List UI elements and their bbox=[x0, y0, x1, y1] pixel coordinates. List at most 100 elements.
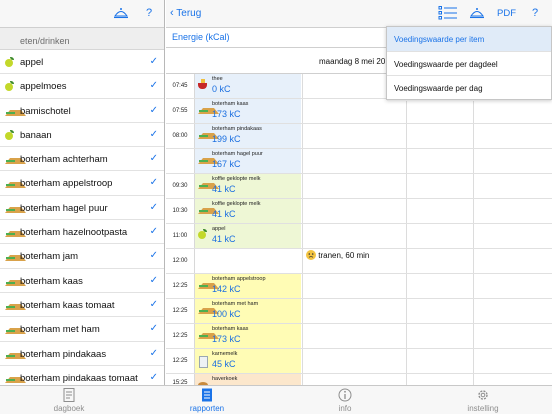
entry-cell[interactable]: haverkoek bbox=[194, 374, 301, 385]
sandwich-icon bbox=[198, 129, 219, 139]
menu-item[interactable]: Voedingswaarde per item bbox=[387, 27, 551, 52]
entry-kcal: 41 kC bbox=[212, 184, 236, 194]
list-item-label: boterham pindakaas bbox=[20, 348, 107, 360]
row-time: 12:25 bbox=[172, 282, 188, 289]
tea-icon bbox=[198, 79, 209, 89]
report-row: boterham hagel puur 167 kC bbox=[166, 149, 552, 174]
checkmark-icon: ✓ bbox=[149, 274, 158, 286]
tab-rapporten[interactable]: rapporten bbox=[138, 386, 276, 415]
apple-icon bbox=[198, 229, 208, 239]
gear-icon bbox=[475, 387, 491, 403]
report-row: 08:00 boterham pindakaas 199 kC bbox=[166, 124, 552, 149]
list-item[interactable]: boterham hazelnootpasta ✓ bbox=[0, 220, 164, 245]
tab-instelling[interactable]: instelling bbox=[414, 386, 552, 415]
entry-cell[interactable]: boterham kaas 173 kC bbox=[194, 324, 301, 348]
list-item[interactable]: boterham pindakaas ✓ bbox=[0, 342, 164, 366]
entry-kcal: 0 kC bbox=[212, 84, 231, 94]
dish-icon[interactable] bbox=[469, 6, 485, 20]
entry-cell[interactable]: boterham kaas 173 kC bbox=[194, 99, 301, 123]
menu-item[interactable]: Voedingswaarde per dag bbox=[387, 76, 551, 101]
list-menu-icon[interactable] bbox=[438, 5, 458, 21]
entry-cell[interactable]: boterham appelstroop 142 kC bbox=[194, 274, 301, 298]
entry-cell[interactable]: appel 41 kC bbox=[194, 224, 301, 248]
list-item[interactable]: boterham appelstroop ✓ bbox=[0, 171, 164, 196]
pdf-button[interactable]: PDF bbox=[497, 8, 516, 19]
entry-cell[interactable]: karnemelk 45 kC bbox=[194, 349, 301, 373]
sandwich-icon bbox=[198, 329, 219, 339]
report-row: 11:00 appel 41 kC bbox=[166, 224, 552, 249]
report-row: 12:25 boterham met ham 100 kC bbox=[166, 299, 552, 324]
list-item[interactable]: appelmoes ✓ bbox=[0, 74, 164, 99]
sandwich-icon bbox=[5, 203, 26, 213]
left-nav-bar: ? bbox=[0, 0, 164, 28]
back-button[interactable]: ‹ Terug bbox=[170, 7, 201, 19]
report-row: 12:25 boterham appelstroop 142 kC bbox=[166, 274, 552, 299]
row-time: 12:25 bbox=[172, 357, 188, 364]
help-button[interactable]: ? bbox=[146, 7, 152, 19]
list-item-label: boterham achterham bbox=[20, 154, 108, 166]
row-time: 10:30 bbox=[172, 207, 188, 214]
report-row: 12:25 karnemelk 45 kC bbox=[166, 349, 552, 374]
entry-cell[interactable]: boterham met ham 100 kC bbox=[194, 299, 301, 323]
sandwich-icon bbox=[5, 106, 26, 116]
sandwich-icon bbox=[5, 227, 26, 238]
entry-kcal: 173 kC bbox=[212, 109, 241, 119]
help-button[interactable]: ? bbox=[532, 7, 538, 19]
date-label: maandag 8 mei 20 bbox=[319, 57, 386, 66]
list-item[interactable]: appel ✓ bbox=[0, 50, 164, 75]
tab-label: rapporten bbox=[189, 404, 225, 413]
sandwich-icon bbox=[5, 300, 26, 310]
list-item[interactable]: boterham met ham ✓ bbox=[0, 317, 164, 342]
list-item[interactable]: boterham kaas ✓ bbox=[0, 269, 164, 293]
entry-kcal: 41 kC bbox=[212, 234, 236, 244]
checkmark-icon: ✓ bbox=[149, 371, 158, 383]
entry-description: boterham pindakaas bbox=[212, 126, 262, 132]
report-type-menu: Voedingswaarde per item Voedingswaarde pe… bbox=[386, 26, 552, 101]
sandwich-icon bbox=[198, 279, 219, 289]
milk-icon bbox=[198, 354, 208, 368]
checkmark-icon: ✓ bbox=[149, 128, 158, 140]
report-row: 15:25 haverkoek bbox=[166, 374, 552, 385]
checkmark-icon: ✓ bbox=[149, 226, 158, 238]
list-item-label: boterham kaas tomaat bbox=[20, 299, 115, 311]
food-list: appel ✓ appelmoes ✓ bamischotel ✓ banaan ✓ boter… bbox=[0, 50, 164, 385]
tab-info[interactable]: info bbox=[276, 386, 414, 415]
entry-description: boterham kaas bbox=[212, 326, 249, 332]
tab-dagboek[interactable]: dagboek bbox=[0, 386, 138, 415]
row-time: 11:00 bbox=[172, 232, 188, 239]
row-time: 12:00 bbox=[172, 257, 188, 264]
sandwich-icon bbox=[198, 179, 219, 189]
list-item[interactable]: boterham hagel puur ✓ bbox=[0, 196, 164, 221]
list-item-label: boterham pindakaas tomaat bbox=[20, 372, 138, 384]
report-icon bbox=[199, 387, 215, 403]
dish-icon[interactable] bbox=[113, 6, 129, 20]
entry-description: boterham hagel puur bbox=[212, 151, 263, 157]
report-row: 10:30 koffie geklopte melk 41 kC bbox=[166, 199, 552, 224]
entry-kcal: 167 kC bbox=[212, 159, 241, 169]
info-icon bbox=[337, 387, 353, 403]
list-item[interactable]: boterham achterham ✓ bbox=[0, 147, 164, 172]
entry-cell[interactable]: koffie geklopte melk 41 kC bbox=[194, 174, 301, 198]
entry-description: karnemelk bbox=[212, 351, 238, 357]
checkmark-icon: ✓ bbox=[149, 80, 158, 92]
list-item[interactable]: bamischotel ✓ bbox=[0, 99, 164, 123]
list-item[interactable]: banaan ✓ bbox=[0, 123, 164, 148]
report-row: 09:30 koffie geklopte melk 41 kC bbox=[166, 174, 552, 199]
list-item[interactable]: boterham jam ✓ bbox=[0, 244, 164, 269]
entry-cell[interactable]: boterham hagel puur 167 kC bbox=[194, 149, 301, 173]
entry-cell[interactable]: boterham pindakaas 199 kC bbox=[194, 124, 301, 148]
list-item[interactable]: boterham kaas tomaat ✓ bbox=[0, 293, 164, 318]
list-item-label: banaan bbox=[20, 129, 52, 141]
checkmark-icon: ✓ bbox=[149, 298, 158, 310]
list-item[interactable]: boterham pindakaas tomaat ✓ bbox=[0, 366, 164, 385]
entry-cell[interactable]: thee 0 kC bbox=[194, 74, 301, 98]
report-subtitle: Energie (kCal) bbox=[172, 32, 230, 42]
entry-description: boterham appelstroop bbox=[212, 276, 266, 282]
apple-icon bbox=[5, 129, 15, 140]
entry-cell[interactable]: koffie geklopte melk 41 kC bbox=[194, 199, 301, 223]
menu-item[interactable]: Voedingswaarde per dagdeel bbox=[387, 52, 551, 76]
mood-note-text: tranen, 60 min bbox=[318, 251, 370, 260]
checkmark-icon: ✓ bbox=[149, 177, 158, 189]
mood-note: tranen, 60 min bbox=[306, 250, 369, 260]
report-row: 12:25 boterham kaas 173 kC bbox=[166, 324, 552, 349]
